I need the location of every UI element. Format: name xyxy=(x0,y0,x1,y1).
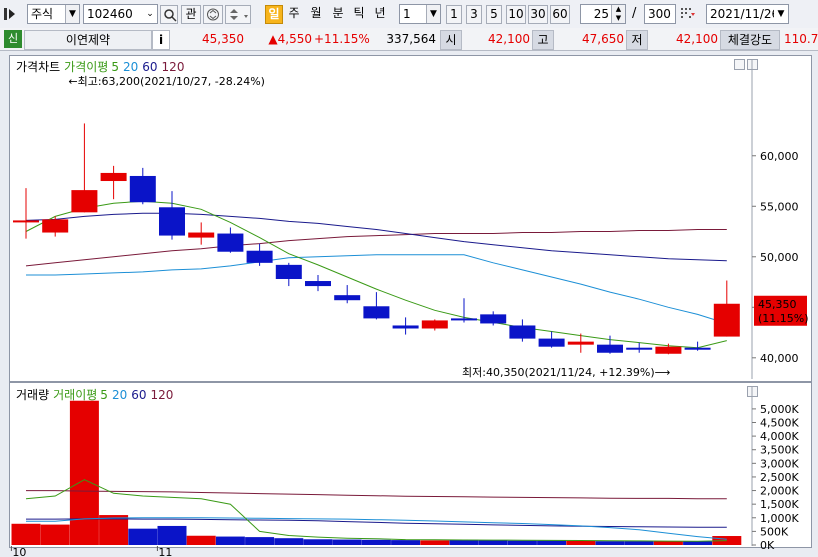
total-count-value: 300 xyxy=(648,7,671,21)
price-change: ▲4,550 xyxy=(268,32,312,46)
date-select[interactable]: 2021/11/26 ▼ xyxy=(706,4,789,24)
period-week-button[interactable]: 주 xyxy=(285,5,303,24)
scroll-button[interactable] xyxy=(203,5,223,24)
current-price: 45,350 xyxy=(202,32,244,46)
high-price: 47,650 xyxy=(582,32,624,46)
stock-code-input[interactable]: 102460 ⌄ xyxy=(83,4,158,24)
high-label: 고 xyxy=(532,30,554,50)
price-ma-legend-prefix: 가격이평 xyxy=(64,60,109,74)
date-value: 2021/11/26 xyxy=(710,7,780,21)
info-button[interactable]: i xyxy=(152,30,170,50)
legend-ma5: 5 xyxy=(111,60,119,74)
chevron-down-icon: ▼ xyxy=(426,5,440,23)
panel-close-button[interactable] xyxy=(747,59,758,70)
low-price: 42,100 xyxy=(676,32,718,46)
total-count-input[interactable]: 300 xyxy=(644,4,676,24)
trade-volume: 337,564 xyxy=(386,32,436,46)
open-price: 42,100 xyxy=(488,32,530,46)
stock-code-value: 102460 xyxy=(87,7,133,21)
menu-handle-icon[interactable] xyxy=(4,8,7,20)
volume-chart-title: 거래량 xyxy=(16,388,50,402)
price-chart-panel: 가격차트 가격이평 5 20 60 120 xyxy=(9,55,812,382)
strength-label: 체결강도 xyxy=(720,30,780,50)
interval-5-button[interactable]: 5 xyxy=(486,5,502,24)
triangle-icon[interactable] xyxy=(9,9,15,19)
chevron-down-icon: ▼ xyxy=(774,5,788,23)
chevron-down-icon: ▼ xyxy=(65,5,79,23)
volume-ma-legend-prefix: 거래이평 xyxy=(53,388,98,402)
volume-panel-close-button[interactable] xyxy=(747,386,758,397)
legend-ma20: 20 xyxy=(122,60,139,74)
vlegend-ma120: 120 xyxy=(150,388,174,402)
price-chart-legend: 가격차트 가격이평 5 20 60 120 xyxy=(16,58,188,75)
new-badge: 신 xyxy=(4,30,22,48)
volume-chart-panel: 거래량 거래이평 5 20 60 120 xyxy=(9,382,812,548)
interest-button[interactable]: 관 xyxy=(181,5,201,24)
interval-value: 1 xyxy=(403,7,411,21)
interval-30-button[interactable]: 30 xyxy=(528,5,548,24)
search-icon xyxy=(164,9,177,22)
chevron-down-icon: ⌄ xyxy=(143,5,157,23)
up-down-button[interactable] xyxy=(225,5,251,24)
interval-3-button[interactable]: 3 xyxy=(466,5,482,24)
toolbar: 주식 ▼ 102460 ⌄ 관 일 주 월 분 틱 년 1 ▼ 1 3 5 10… xyxy=(0,0,818,29)
grid-icon xyxy=(681,8,695,18)
vlegend-ma20: 20 xyxy=(111,388,128,402)
visible-count-input[interactable]: 25 ▲ ▼ xyxy=(580,4,626,24)
quote-bar: 신 이연제약 i 45,350 ▲4,550 +11.15% 337,564 시… xyxy=(0,28,818,51)
open-label: 시 xyxy=(440,30,462,50)
updown-arrow-icon xyxy=(230,9,248,20)
legend-ma60: 60 xyxy=(142,60,158,74)
change-percent: +11.15% xyxy=(314,32,370,46)
period-tick-button[interactable]: 틱 xyxy=(350,5,368,24)
market-select[interactable]: 주식 ▼ xyxy=(27,4,80,24)
interval-60-button[interactable]: 60 xyxy=(550,5,570,24)
price-chart-title: 가격차트 xyxy=(16,60,61,74)
period-month-button[interactable]: 월 xyxy=(307,5,325,24)
period-day-button[interactable]: 일 xyxy=(265,5,283,24)
low-label: 저 xyxy=(626,30,648,50)
period-minute-button[interactable]: 분 xyxy=(329,5,347,24)
strength-value: 110.7 xyxy=(784,32,818,46)
interval-select[interactable]: 1 ▼ xyxy=(399,4,441,24)
spinner-icon[interactable]: ▲ ▼ xyxy=(611,5,625,23)
panel-restore-button[interactable] xyxy=(734,59,745,70)
vlegend-ma60: 60 xyxy=(131,388,147,402)
legend-ma120: 120 xyxy=(161,60,185,74)
visible-count-value: 25 xyxy=(593,7,609,21)
vlegend-ma5: 5 xyxy=(100,388,108,402)
scroll-icon xyxy=(207,8,219,21)
volume-chart-legend: 거래량 거래이평 5 20 60 120 xyxy=(16,386,177,403)
search-button[interactable] xyxy=(160,5,178,24)
grid-settings-button[interactable] xyxy=(678,5,698,24)
interval-1-button[interactable]: 1 xyxy=(446,5,462,24)
count-separator: / xyxy=(632,6,637,21)
period-year-button[interactable]: 년 xyxy=(371,5,389,24)
stock-name[interactable]: 이연제약 xyxy=(24,30,152,50)
market-select-value: 주식 xyxy=(31,7,54,21)
interval-10-button[interactable]: 10 xyxy=(506,5,526,24)
